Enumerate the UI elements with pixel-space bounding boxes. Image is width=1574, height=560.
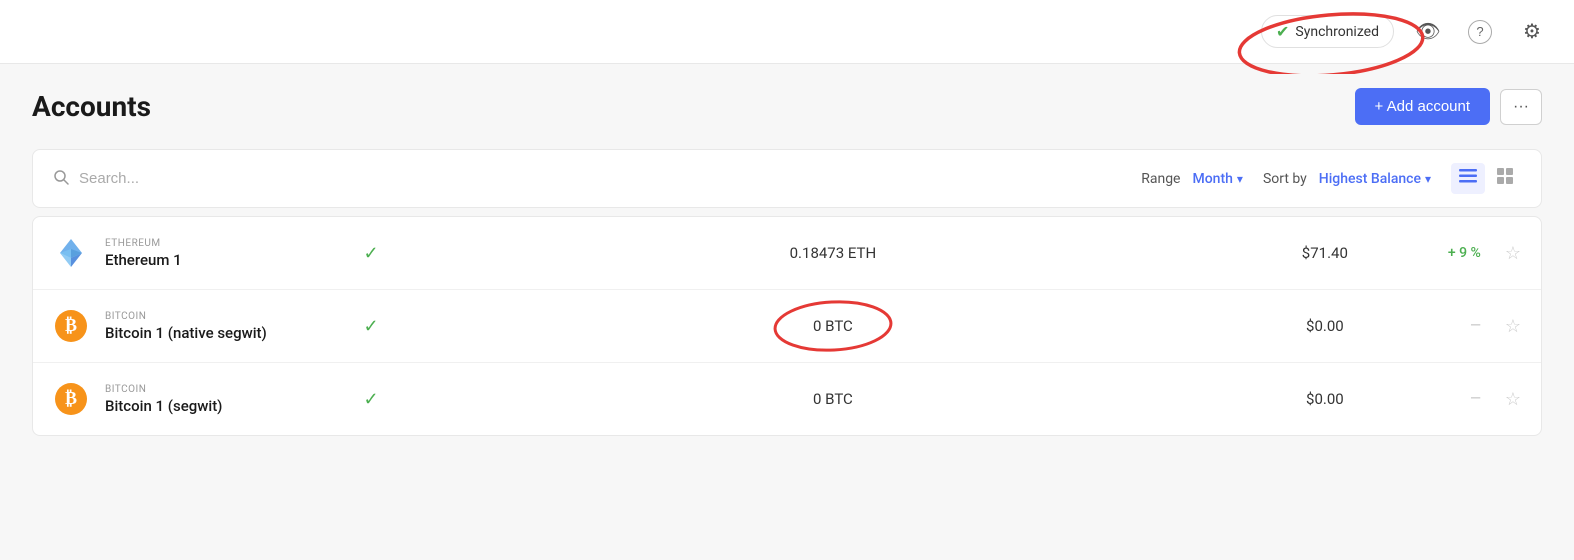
account-name: Ethereum 1: [105, 251, 325, 269]
table-row[interactable]: ₿ BITCOIN Bitcoin 1 (segwit) ✓ 0 BTC $0.…: [33, 363, 1541, 435]
sort-label: Sort by: [1263, 171, 1307, 187]
account-icon-eth: [53, 235, 89, 271]
star-button[interactable]: ☆: [1505, 389, 1521, 410]
settings-button[interactable]: ⚙: [1514, 14, 1550, 50]
search-area: [53, 169, 1141, 189]
account-type: ETHEREUM: [105, 238, 325, 249]
toolbar: Range Month ▾ Sort by Highest Balance ▾: [32, 149, 1542, 208]
toolbar-right: Range Month ▾ Sort by Highest Balance ▾: [1141, 162, 1521, 195]
sync-check: ✓: [341, 389, 401, 410]
balance-fiat: $0.00: [1265, 390, 1385, 408]
account-info: ETHEREUM Ethereum 1: [105, 238, 325, 269]
table-row[interactable]: ₿ BITCOIN Bitcoin 1 (native segwit) ✓ 0 …: [33, 290, 1541, 363]
svg-text:₿: ₿: [65, 315, 77, 335]
balance-crypto: 0.18473 ETH: [417, 244, 1249, 262]
account-type: BITCOIN: [105, 384, 325, 395]
account-type: BITCOIN: [105, 311, 325, 322]
help-button[interactable]: ?: [1462, 14, 1498, 50]
account-name: Bitcoin 1 (native segwit): [105, 324, 325, 342]
sync-check: ✓: [341, 316, 401, 337]
sort-value: Highest Balance: [1319, 171, 1421, 187]
svg-text:₿: ₿: [65, 388, 77, 408]
balance-crypto: 0 BTC: [417, 317, 1249, 335]
list-view-icon: [1459, 170, 1477, 187]
account-change: —: [1401, 391, 1481, 407]
account-change: + 9 %: [1401, 245, 1481, 261]
page-container: Accounts + Add account ··· Range Month ▾: [0, 64, 1574, 460]
top-bar: ✔ Synchronized 👁 ? ⚙: [0, 0, 1574, 64]
range-label: Range: [1141, 171, 1180, 187]
balance-crypto: 0 BTC: [417, 390, 1249, 408]
sync-check: ✓: [341, 243, 401, 264]
range-value: Month: [1192, 171, 1232, 187]
add-account-button[interactable]: + Add account: [1355, 88, 1491, 125]
header-actions: + Add account ···: [1355, 88, 1542, 125]
help-icon: ?: [1468, 20, 1492, 44]
search-input[interactable]: [79, 170, 379, 187]
sort-chevron: ▾: [1425, 172, 1431, 186]
sync-label: Synchronized: [1295, 24, 1379, 40]
account-info: BITCOIN Bitcoin 1 (segwit): [105, 384, 325, 415]
grid-view-icon: [1497, 171, 1513, 188]
account-info: BITCOIN Bitcoin 1 (native segwit): [105, 311, 325, 342]
view-toggles: [1451, 162, 1521, 195]
settings-icon: ⚙: [1523, 19, 1541, 44]
account-icon-btc: ₿: [53, 381, 89, 417]
account-name: Bitcoin 1 (segwit): [105, 397, 325, 415]
balance-fiat: $0.00: [1265, 317, 1385, 335]
sync-icon: ✔: [1276, 22, 1289, 41]
page-title: Accounts: [32, 90, 151, 123]
sync-badge[interactable]: ✔ Synchronized: [1261, 15, 1394, 48]
range-filter[interactable]: Range Month ▾: [1141, 171, 1243, 187]
search-icon: [53, 169, 69, 189]
sort-filter[interactable]: Sort by Highest Balance ▾: [1263, 171, 1431, 187]
eye-icon: 👁: [1415, 19, 1440, 44]
grid-view-button[interactable]: [1489, 162, 1521, 195]
page-header: Accounts + Add account ···: [32, 88, 1542, 125]
more-options-button[interactable]: ···: [1500, 89, 1542, 125]
star-button[interactable]: ☆: [1505, 243, 1521, 264]
star-button[interactable]: ☆: [1505, 316, 1521, 337]
account-icon-btc: ₿: [53, 308, 89, 344]
list-view-button[interactable]: [1451, 163, 1485, 194]
account-change: —: [1401, 318, 1481, 334]
table-row[interactable]: ETHEREUM Ethereum 1 ✓ 0.18473 ETH $71.40…: [33, 217, 1541, 290]
accounts-list: ETHEREUM Ethereum 1 ✓ 0.18473 ETH $71.40…: [32, 216, 1542, 436]
balance-fiat: $71.40: [1265, 244, 1385, 262]
range-chevron: ▾: [1237, 172, 1243, 186]
eye-button[interactable]: 👁: [1410, 14, 1446, 50]
